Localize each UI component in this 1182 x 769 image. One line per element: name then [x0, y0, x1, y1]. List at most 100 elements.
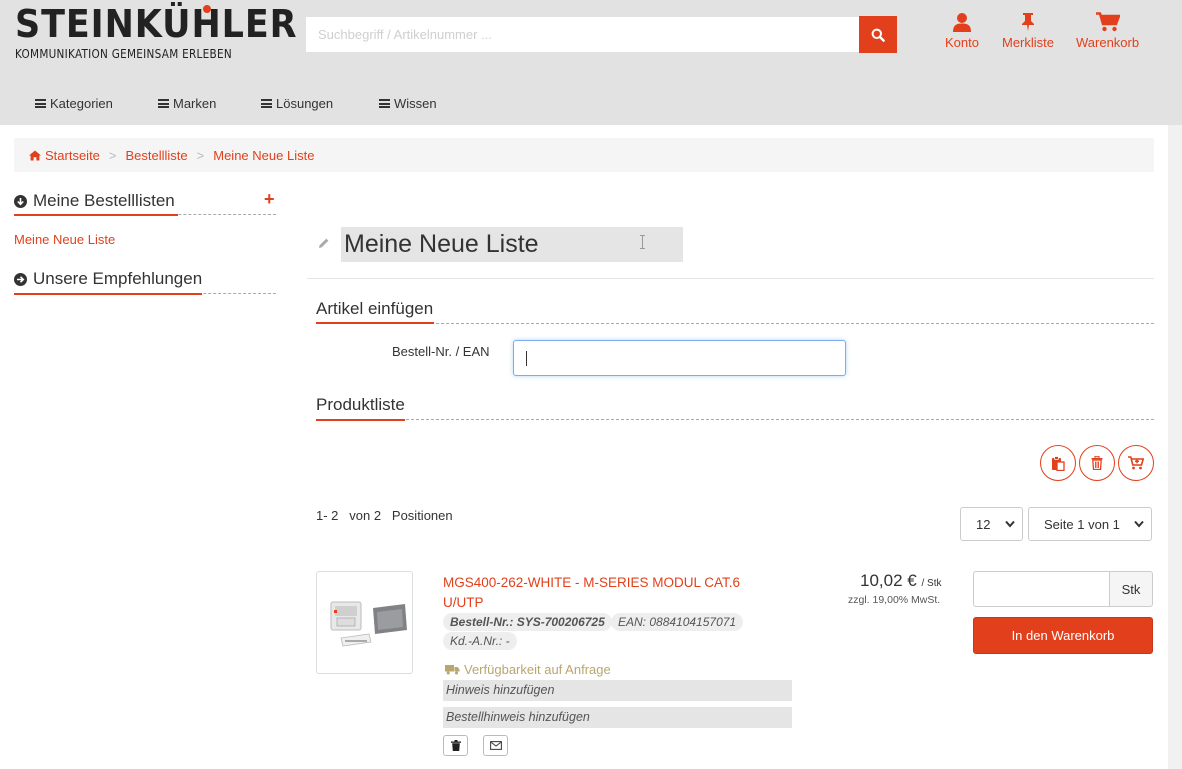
page-select[interactable]: Seite 1 von 1: [1028, 507, 1152, 541]
divider: [316, 323, 1154, 324]
recommendations-heading-text: Unsere Empfehlungen: [33, 269, 203, 288]
ean-tag: EAN: 0884104157071: [611, 613, 744, 631]
text-caret: [526, 351, 527, 366]
cart-link[interactable]: Warenkorb: [1076, 12, 1139, 50]
logo-accent-dot: [203, 5, 211, 13]
add-order-note-field[interactable]: Bestellhinweis hinzufügen: [443, 707, 792, 728]
my-lists-heading: Meine Bestelllisten: [14, 191, 175, 211]
copy-list-button[interactable]: [1040, 445, 1076, 481]
nav-label: Kategorien: [50, 96, 113, 111]
page-value: Seite 1 von 1: [1044, 516, 1120, 532]
order-number-tag: Bestell-Nr.: SYS-700206725: [443, 613, 612, 631]
range: 1- 2: [316, 508, 339, 523]
availability-text: Verfügbarkeit auf Anfrage: [464, 662, 611, 677]
pencil-icon[interactable]: [318, 237, 330, 249]
availability: Verfügbarkeit auf Anfrage: [445, 662, 611, 677]
trash-icon: [450, 740, 461, 751]
sidebar-list-item[interactable]: Meine Neue Liste: [14, 232, 115, 247]
account-link[interactable]: Konto: [945, 12, 979, 50]
search-input[interactable]: [306, 17, 860, 52]
search-icon: [871, 28, 885, 42]
customer-number-tag: Kd.-A.Nr.: -: [443, 632, 517, 650]
breadcrumb-current[interactable]: Meine Neue Liste: [213, 148, 314, 163]
user-icon: [952, 13, 971, 32]
circle-arrow-right-icon: [14, 272, 27, 286]
heading-underline: [316, 419, 405, 421]
add-list-button[interactable]: +: [264, 189, 275, 210]
nav-label: Wissen: [394, 96, 437, 111]
position-count: 1- 2 von 2 Positionen: [316, 508, 453, 523]
order-number-value: SYS-700206725: [516, 615, 605, 629]
divider: [316, 419, 1154, 420]
add-all-to-cart-button[interactable]: [1118, 445, 1154, 481]
ean-label: Bestell-Nr. / EAN: [392, 344, 490, 359]
product-image[interactable]: [316, 571, 413, 674]
add-to-cart-button[interactable]: In den Warenkorb: [973, 617, 1153, 654]
add-note-field[interactable]: Hinweis hinzufügen: [443, 680, 792, 701]
nav-marken[interactable]: Marken: [158, 96, 216, 111]
cart-label: Warenkorb: [1076, 35, 1140, 50]
keystone-module-image: [330, 601, 407, 647]
recommendations-heading[interactable]: Unsere Empfehlungen: [14, 269, 202, 289]
cart-plus-icon: [1128, 456, 1144, 470]
home-icon: [29, 150, 41, 160]
per-page-select[interactable]: 12: [960, 507, 1023, 541]
account-label: Konto: [945, 35, 979, 50]
products-heading: Produktliste: [316, 395, 405, 414]
email-item-button[interactable]: [483, 735, 508, 756]
delete-list-button[interactable]: [1079, 445, 1115, 481]
paste-icon: [1052, 455, 1065, 471]
list-title-editable[interactable]: Meine Neue Liste: [341, 227, 683, 262]
menu-icon: [261, 99, 272, 108]
remove-item-button[interactable]: [443, 735, 468, 756]
main-content: Startseite > Bestellliste > Meine Neue L…: [0, 125, 1168, 769]
nav-label: Lösungen: [276, 96, 334, 111]
nav-kategorien[interactable]: Kategorien: [35, 96, 113, 111]
menu-icon: [158, 99, 169, 108]
logo-wordmark: STEINKÜHLER: [15, 2, 298, 46]
divider: [307, 278, 1154, 279]
pushpin-icon: [1022, 13, 1034, 31]
product-title-link[interactable]: MGS400-262-WHITE - M-SERIES MODUL CAT.6 …: [443, 573, 783, 613]
site-header: STEINKÜHLER KOMMUNIKATION GEMEINSAM ERLE…: [0, 0, 1182, 125]
quantity-unit: Stk: [1109, 571, 1153, 607]
my-lists-heading-text: Meine Bestelllisten: [33, 191, 175, 210]
envelope-icon: [489, 741, 502, 750]
per-page-value: 12: [976, 516, 991, 532]
heading-underline: [14, 293, 202, 295]
truck-icon: [445, 665, 460, 675]
logo[interactable]: STEINKÜHLER KOMMUNIKATION GEMEINSAM ERLE…: [15, 2, 298, 61]
breadcrumb-separator: >: [196, 147, 205, 163]
chevron-down-icon: [1134, 520, 1144, 528]
text-cursor-icon: [640, 235, 645, 249]
heading-underline: [14, 214, 178, 216]
breadcrumb-order-lists[interactable]: Bestellliste: [126, 148, 188, 163]
quantity-input[interactable]: [973, 571, 1110, 607]
trash-icon: [1091, 456, 1103, 470]
of-total: von 2: [349, 508, 382, 523]
ean-input[interactable]: [513, 340, 846, 376]
breadcrumb-home[interactable]: Startseite: [45, 148, 100, 163]
cart-icon: [1095, 12, 1120, 32]
breadcrumb: Startseite > Bestellliste > Meine Neue L…: [14, 138, 1154, 172]
price-value: 10,02 €: [860, 571, 917, 590]
nav-wissen[interactable]: Wissen: [379, 96, 437, 111]
nav-label: Marken: [173, 96, 217, 111]
insert-heading: Artikel einfügen: [316, 299, 434, 318]
chevron-down-icon: [1005, 520, 1015, 528]
circle-arrow-down-icon: [14, 194, 27, 208]
order-number-label: Bestell-Nr.:: [450, 615, 514, 629]
logo-tagline: KOMMUNIKATION GEMEINSAM ERLEBEN: [15, 46, 232, 61]
nav-loesungen[interactable]: Lösungen: [261, 96, 333, 111]
breadcrumb-separator: >: [108, 147, 117, 163]
price-unit: / Stk: [921, 578, 942, 589]
menu-icon: [379, 99, 390, 108]
menu-icon: [35, 99, 46, 108]
search-button[interactable]: [859, 16, 897, 53]
positions-label: Positionen: [391, 508, 453, 523]
wishlist-link[interactable]: Merkliste: [1002, 12, 1054, 50]
product-price: 10,02 € / Stk: [860, 571, 941, 591]
wishlist-label: Merkliste: [1002, 35, 1055, 50]
scrollbar[interactable]: [1168, 125, 1182, 769]
tax-note: zzgl. 19,00% MwSt.: [848, 594, 941, 606]
